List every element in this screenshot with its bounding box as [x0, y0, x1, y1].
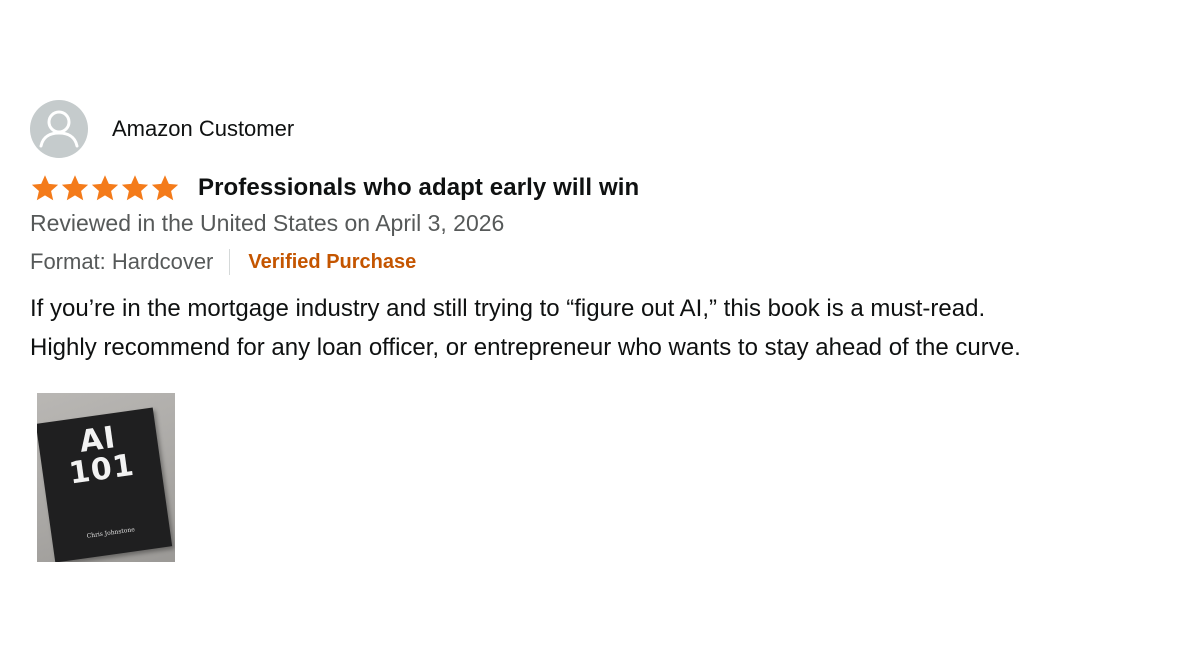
review-title-row: Professionals who adapt early will win [30, 172, 1190, 204]
star-rating[interactable] [30, 173, 180, 203]
review-image-thumbnail[interactable]: AI 101 Chris Johnstone [37, 393, 175, 562]
review-card: Amazon Customer Professionals who adapt … [30, 100, 1190, 367]
star-icon [151, 175, 179, 201]
book-cover-title: AI 101 [37, 417, 162, 493]
star-icon [31, 175, 59, 201]
reviewer-name[interactable]: Amazon Customer [112, 116, 294, 142]
review-title[interactable]: Professionals who adapt early will win [198, 174, 639, 202]
user-avatar-icon[interactable] [30, 100, 88, 158]
book-cover: AI 101 Chris Johnstone [37, 407, 173, 562]
review-meta: Format: Hardcover Verified Purchase [30, 247, 1190, 277]
star-icon [91, 175, 119, 201]
verified-purchase-badge: Verified Purchase [248, 250, 417, 273]
review-body: If you’re in the mortgage industry and s… [30, 289, 1190, 367]
meta-divider [229, 249, 231, 275]
book-cover-author: Chris Johnstone [86, 526, 136, 540]
review-body-line: If you’re in the mortgage industry and s… [30, 295, 986, 322]
format-label[interactable]: Format: Hardcover [30, 249, 213, 275]
review-body-line: Highly recommend for any loan officer, o… [30, 334, 1021, 361]
review-date: Reviewed in the United States on April 3… [30, 210, 505, 236]
star-icon [121, 175, 149, 201]
reviewer-profile[interactable]: Amazon Customer [30, 100, 1190, 158]
star-icon [61, 175, 89, 201]
